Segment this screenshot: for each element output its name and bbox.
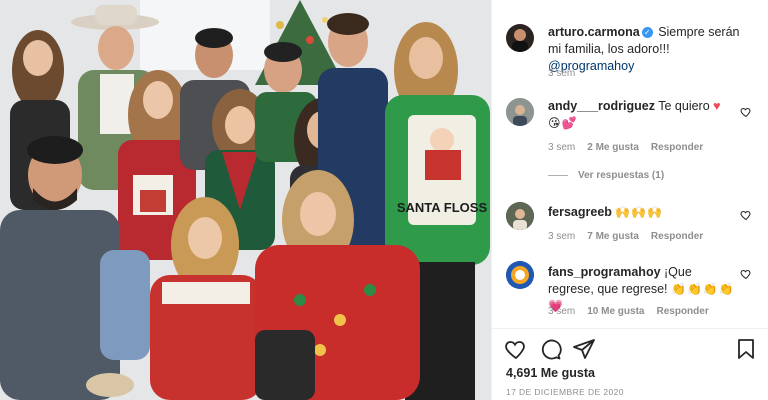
author-username[interactable]: arturo.carmona	[548, 25, 640, 39]
post-action-bar: 4,691 Me gusta 17 DE DICIEMBRE DE 2020	[492, 328, 768, 400]
comments-panel: arturo.carmona ✓ Siempre serán mi familia…	[491, 0, 768, 400]
comment-meta: 3 sem 7 Me gusta Responder	[548, 231, 703, 242]
red-heart-icon: ♥	[713, 99, 721, 113]
view-replies-label[interactable]: Ver respuestas (1)	[578, 170, 664, 181]
like-heart-icon[interactable]	[504, 337, 528, 361]
post-photo[interactable]: SANTA FLOSS	[0, 0, 491, 400]
reply-button[interactable]: Responder	[651, 231, 703, 242]
comment-username[interactable]: fans_programahoy	[548, 265, 661, 279]
group-photo-illustration: SANTA FLOSS	[0, 0, 491, 400]
caption-meta: 3 sem	[548, 68, 575, 79]
like-comment-heart-icon[interactable]	[740, 268, 752, 280]
comment-avatar[interactable]	[506, 202, 534, 230]
programahoy-logo-icon	[506, 261, 534, 289]
caption-time: 3 sem	[548, 68, 576, 79]
comment-time: 3 sem	[548, 142, 576, 153]
reply-button[interactable]: Responder	[656, 306, 708, 317]
comment-text: Te quiero	[658, 99, 710, 113]
comment-avatar-image	[506, 98, 534, 126]
comment-likes[interactable]: 7 Me gusta	[587, 231, 639, 242]
comment-avatar[interactable]	[506, 261, 534, 289]
like-comment-heart-icon[interactable]	[740, 106, 752, 118]
comment-bubble-icon[interactable]	[538, 337, 562, 361]
comment-likes[interactable]: 10 Me gusta	[587, 306, 644, 317]
author-avatar[interactable]	[506, 24, 534, 52]
comment-avatar-image	[506, 202, 534, 230]
share-paper-plane-icon[interactable]	[572, 337, 596, 361]
comment-username[interactable]: andy___rodriguez	[548, 99, 655, 113]
comment-body: andy___rodriguez Te quiero ♥ 😘💕	[548, 98, 728, 132]
comment-emojis: 🙌🙌🙌	[615, 205, 664, 219]
replies-divider	[548, 175, 568, 176]
like-comment-heart-icon[interactable]	[740, 209, 752, 221]
comment-meta: 3 sem 10 Me gusta Responder	[548, 306, 709, 317]
comment-emojis: 😘💕	[548, 116, 578, 130]
save-bookmark-icon[interactable]	[734, 337, 758, 361]
reply-button[interactable]: Responder	[651, 142, 703, 153]
comment-username[interactable]: fersagreeb	[548, 205, 612, 219]
comment-likes[interactable]: 2 Me gusta	[587, 142, 639, 153]
comment-body: fersagreeb 🙌🙌🙌	[548, 204, 728, 221]
post-caption: arturo.carmona ✓ Siempre serán mi familia…	[548, 24, 756, 75]
sweater-text: SANTA FLOSS	[397, 200, 488, 215]
verified-icon: ✓	[641, 27, 653, 38]
comment-avatar[interactable]	[506, 98, 534, 126]
comment-time: 3 sem	[548, 231, 576, 242]
post-date: 17 DE DICIEMBRE DE 2020	[506, 387, 624, 397]
comment-time: 3 sem	[548, 306, 576, 317]
comment-meta: 3 sem 2 Me gusta Responder	[548, 142, 703, 153]
author-avatar-image	[512, 29, 528, 52]
view-replies-button[interactable]: Ver respuestas (1)	[548, 170, 664, 181]
likes-count[interactable]: 4,691 Me gusta	[506, 366, 595, 380]
